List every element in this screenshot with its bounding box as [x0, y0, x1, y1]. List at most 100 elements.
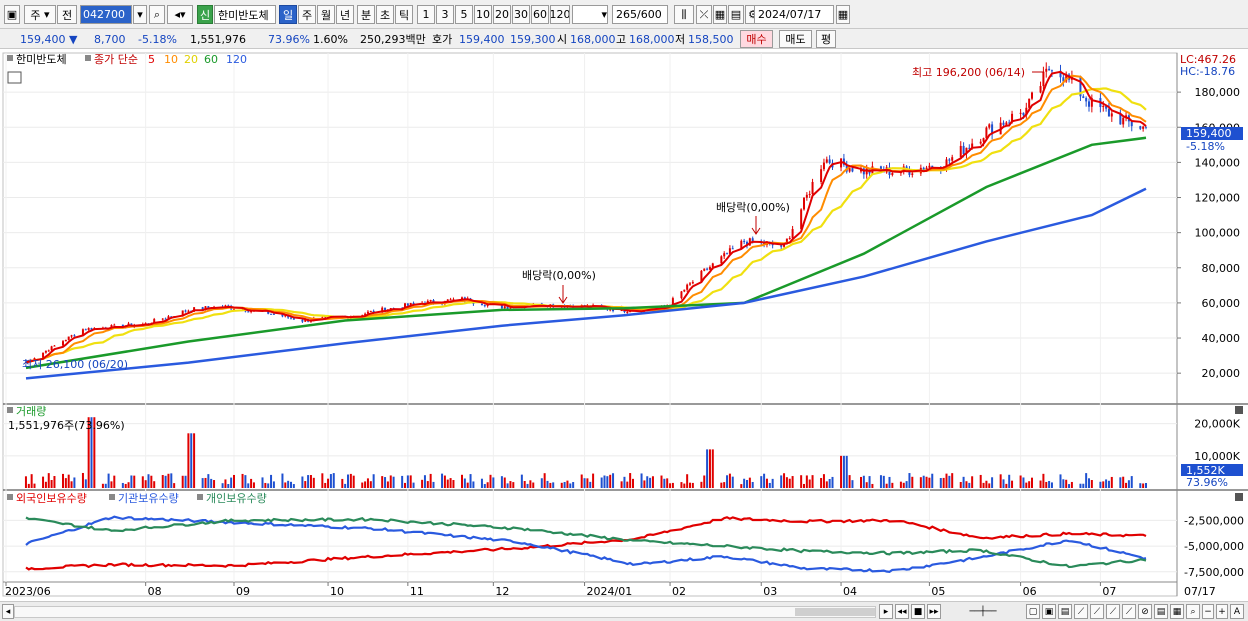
- volume-bar: [728, 473, 731, 488]
- scroll-right-icon[interactable]: ▸: [879, 604, 893, 619]
- volume-bar: [301, 476, 304, 488]
- candle-body: [723, 253, 726, 257]
- prev-button[interactable]: 전: [57, 5, 77, 24]
- candle-body: [820, 169, 823, 182]
- volume-bar: [726, 475, 729, 488]
- period-year[interactable]: 년: [336, 5, 354, 24]
- tool-icon[interactable]: ▤: [1154, 604, 1168, 619]
- period-second[interactable]: 초: [376, 5, 394, 24]
- stock-chart[interactable]: 20,000 40,000 60,000 80,000 100,000 120,000 14…: [0, 50, 1248, 600]
- interval-5[interactable]: 5: [455, 5, 473, 24]
- volume-bar: [244, 475, 247, 488]
- tool-icon[interactable]: ⟋: [1122, 604, 1136, 619]
- count-total: /600: [637, 8, 662, 21]
- volume-bar: [1110, 476, 1113, 488]
- volume-bar: [167, 473, 170, 488]
- zoom-slider[interactable]: ──┼──: [948, 604, 1018, 619]
- candle-body: [825, 159, 828, 163]
- interval-1[interactable]: 1: [417, 5, 435, 24]
- candle-body: [1022, 112, 1025, 116]
- buy-button[interactable]: 매수: [740, 30, 773, 48]
- volume-bar: [1019, 475, 1022, 488]
- market-select[interactable]: 주 ▾: [24, 5, 56, 24]
- tool-icon[interactable]: ⟋: [1074, 604, 1088, 619]
- scroll-thumb[interactable]: [795, 608, 875, 616]
- tool-icon[interactable]: ▦: [713, 5, 727, 24]
- calendar-icon[interactable]: ▦: [836, 5, 850, 24]
- rewind-icon[interactable]: ◂◂: [895, 604, 909, 619]
- date-input[interactable]: 2024/07/17: [754, 5, 834, 24]
- volume-bar: [47, 473, 50, 488]
- bid-price: 159,300: [510, 32, 556, 46]
- table-toggle-icon[interactable]: [7, 71, 22, 84]
- volume-bar: [842, 455, 845, 488]
- font-size-icon[interactable]: A: [1230, 604, 1244, 619]
- price-change: 8,700: [94, 32, 126, 46]
- tool-icon[interactable]: ▢: [1026, 604, 1040, 619]
- custom-interval-input[interactable]: ▾: [572, 5, 608, 24]
- count-input[interactable]: 265/600: [612, 5, 668, 24]
- volume-bar: [489, 474, 492, 488]
- layout-icon[interactable]: ▣: [4, 5, 20, 24]
- x-tick-label: 05: [931, 585, 945, 598]
- interval-30[interactable]: 30: [512, 5, 530, 24]
- volume-bar: [366, 478, 369, 488]
- volume-bar: [1031, 477, 1033, 488]
- interval-10[interactable]: 10: [474, 5, 492, 24]
- candle-icon[interactable]: ⫼: [674, 5, 694, 24]
- ma120-line: [25, 187, 1147, 380]
- price-tick-label: 60,000: [1202, 297, 1241, 310]
- volume-bar: [309, 475, 312, 488]
- save-icon[interactable]: ▤: [728, 5, 744, 24]
- volume-close-icon[interactable]: [1235, 406, 1243, 414]
- tool-icon[interactable]: ⊘: [1138, 604, 1152, 619]
- volume-bar: [503, 477, 506, 488]
- magnify-icon[interactable]: ⌕: [1186, 604, 1200, 619]
- tool-icon[interactable]: ▦: [1170, 604, 1184, 619]
- tool-icon[interactable]: ▤: [1058, 604, 1072, 619]
- period-month[interactable]: 월: [317, 5, 335, 24]
- forward-icon[interactable]: ▸▸: [927, 604, 941, 619]
- scroll-left-icon[interactable]: ◂: [2, 604, 14, 619]
- period-week[interactable]: 주: [298, 5, 316, 24]
- stock-code-input[interactable]: 042700: [80, 5, 132, 24]
- eval-button[interactable]: 평: [816, 30, 836, 48]
- zoom-in-icon[interactable]: +: [1216, 604, 1228, 619]
- volume-bar: [572, 482, 575, 488]
- tool-icon[interactable]: ⟋: [1106, 604, 1120, 619]
- candle-body: [1110, 113, 1113, 117]
- speaker-icon[interactable]: ◂▾: [167, 5, 193, 24]
- volume-bar: [392, 476, 395, 488]
- holdings-close-icon[interactable]: [1235, 493, 1243, 501]
- volume-legend: 거래량: [16, 405, 46, 418]
- price-tick-label: 140,000: [1195, 156, 1241, 169]
- period-minute[interactable]: 분: [357, 5, 375, 24]
- volume-bar: [1048, 480, 1051, 488]
- volume-bar: [1005, 483, 1008, 488]
- code-dropdown-icon[interactable]: ▾: [133, 5, 147, 24]
- period-day[interactable]: 일: [279, 5, 297, 24]
- volume-bar: [620, 481, 623, 488]
- interval-3[interactable]: 3: [436, 5, 454, 24]
- interval-120[interactable]: 120: [550, 5, 570, 24]
- period-tick[interactable]: 틱: [395, 5, 413, 24]
- crosshair-icon[interactable]: ⤫: [696, 5, 712, 24]
- tool-icon[interactable]: ▣: [1042, 604, 1056, 619]
- zoom-out-icon[interactable]: −: [1202, 604, 1214, 619]
- sell-button[interactable]: 매도: [779, 30, 812, 48]
- volume-bar: [67, 474, 70, 488]
- volume-bar: [84, 479, 87, 488]
- search-icon[interactable]: ⌕: [149, 5, 165, 24]
- low-price: 158,500: [688, 32, 734, 46]
- interval-60[interactable]: 60: [531, 5, 549, 24]
- volume-bar: [891, 482, 894, 488]
- tool-icon[interactable]: ⟋: [1090, 604, 1104, 619]
- scroll-track[interactable]: [14, 606, 876, 618]
- candle-body: [272, 313, 275, 315]
- candle-body: [780, 245, 783, 247]
- foreign-legend: 외국인보유수량: [16, 492, 87, 505]
- interval-20[interactable]: 20: [493, 5, 511, 24]
- candle-body: [851, 168, 854, 172]
- stop-icon[interactable]: ■: [911, 604, 925, 619]
- volume-bar: [686, 474, 689, 488]
